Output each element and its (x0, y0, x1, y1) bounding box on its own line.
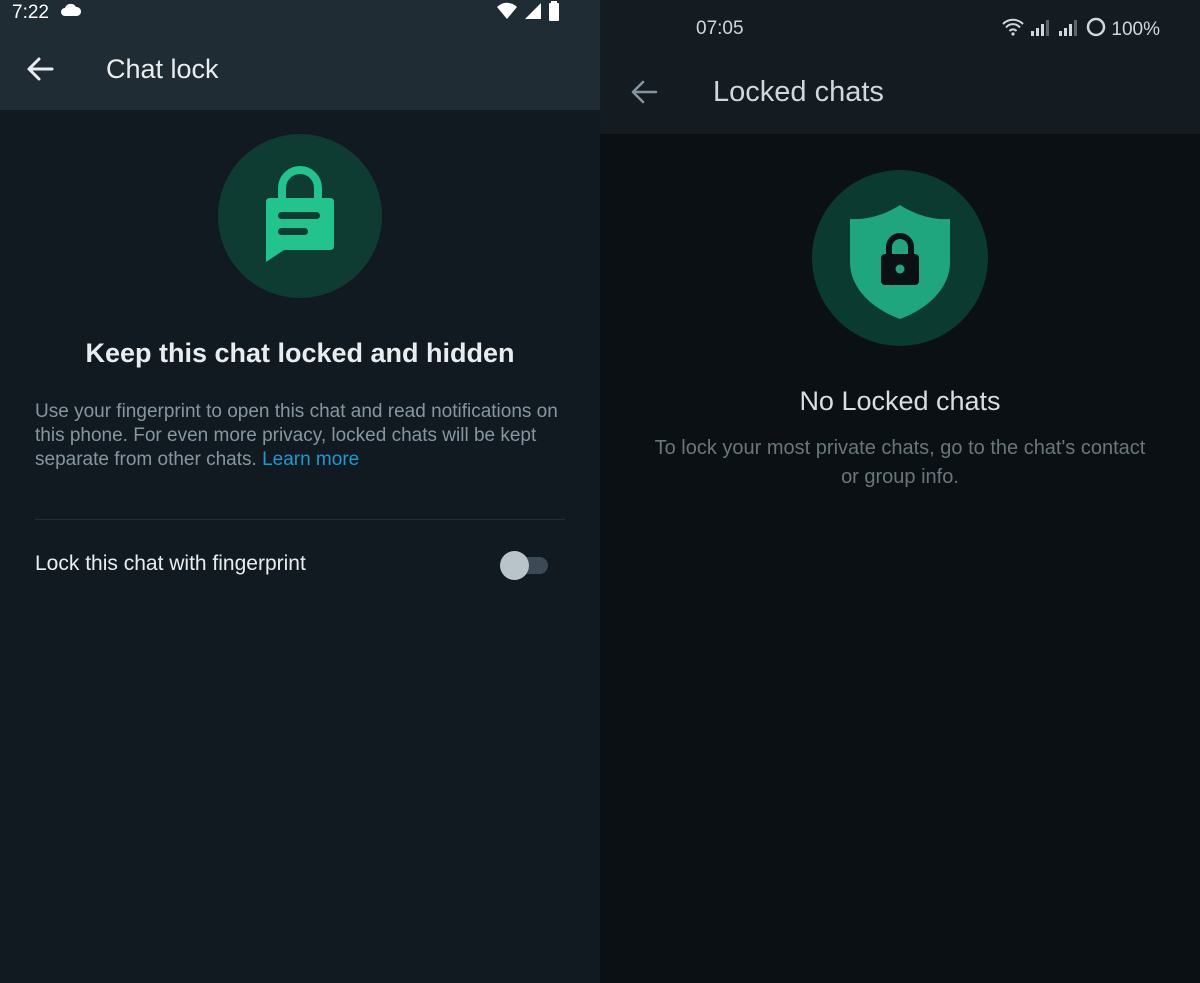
page-title: Chat lock (106, 54, 219, 84)
battery-icon (1085, 16, 1107, 43)
chat-lock-hero (218, 134, 382, 298)
chat-lock-screen: 7:22 Chat lock Keep this chat locked and… (0, 0, 600, 983)
status-icons: 100% (1001, 16, 1160, 43)
fingerprint-lock-toggle[interactable] (500, 550, 550, 580)
divider (35, 519, 565, 520)
status-bar: 07:05 100% (600, 0, 1200, 54)
screens: 7:22 Chat lock Keep this chat locked and… (0, 0, 1200, 983)
wifi-icon (1001, 17, 1025, 42)
locked-chats-screen: 07:05 100% Locked chats No Locked chats … (600, 0, 1200, 983)
cloud-icon (60, 2, 82, 23)
locked-chats-hero (812, 170, 988, 346)
battery-percentage: 100% (1111, 18, 1160, 40)
signal-icon (1029, 17, 1053, 42)
back-arrow-icon[interactable] (630, 79, 658, 110)
app-bar: Chat lock (0, 28, 600, 110)
status-time: 7:22 (12, 2, 49, 23)
empty-state-description: To lock your most private chats, go to t… (654, 437, 1146, 488)
page-title: Locked chats (713, 76, 884, 108)
back-arrow-icon[interactable] (26, 56, 54, 87)
empty-state-heading: No Locked chats (799, 386, 1001, 416)
wifi-icon (496, 2, 518, 25)
signal-icon (524, 2, 542, 25)
chat-lock-icon (266, 166, 334, 262)
section-heading: Keep this chat locked and hidden (85, 338, 515, 368)
status-time: 07:05 (696, 18, 744, 39)
fingerprint-lock-setting[interactable]: Lock this chat with fingerprint (0, 540, 600, 590)
signal-icon (1057, 17, 1081, 42)
setting-label: Lock this chat with fingerprint (35, 552, 306, 575)
toggle-thumb (500, 551, 529, 580)
status-bar: 7:22 (0, 0, 600, 28)
app-bar: Locked chats (600, 54, 1200, 134)
shield-lock-icon (850, 205, 950, 319)
battery-icon (548, 1, 560, 26)
learn-more-link[interactable]: Learn more (262, 449, 359, 470)
description: Use your fingerprint to open this chat a… (35, 400, 575, 472)
status-icons (496, 1, 560, 26)
